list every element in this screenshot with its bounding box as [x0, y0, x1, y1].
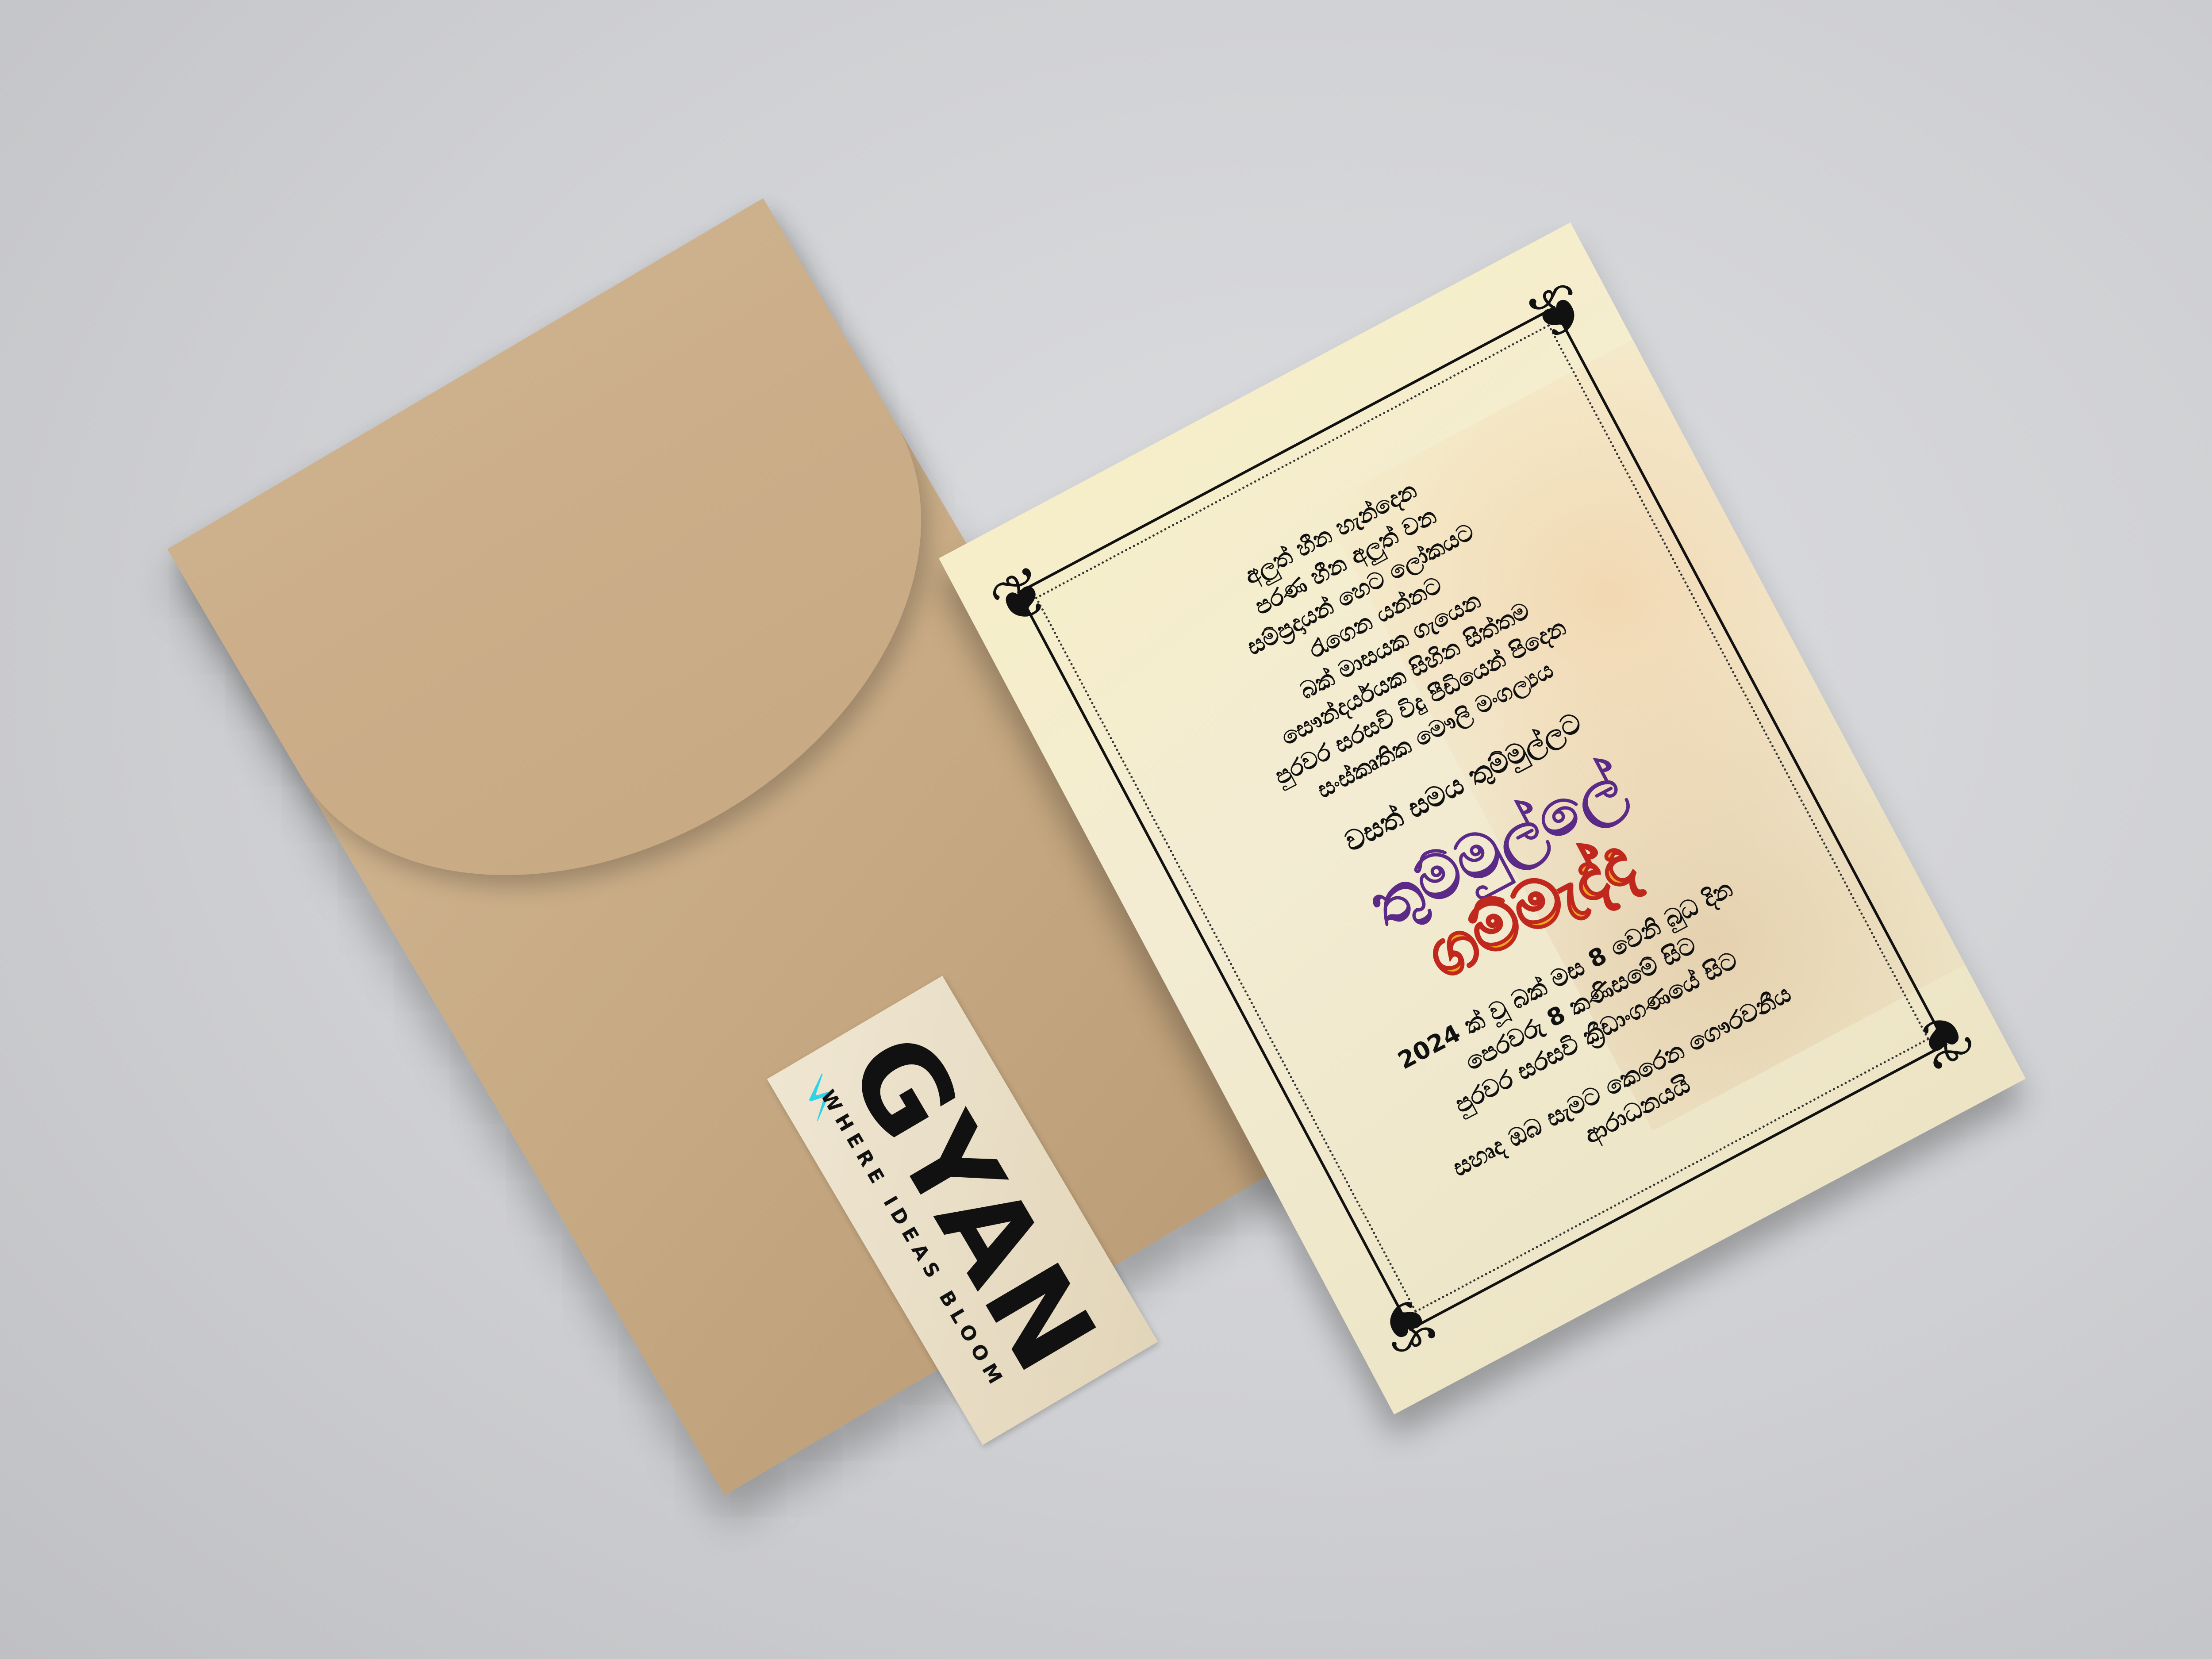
envelope-flap — [167, 198, 1022, 988]
gyan-logo: GYAN WHERE IDEAS BLOOM — [810, 1013, 1123, 1404]
logo-sticker: ⚡ GYAN WHERE IDEAS BLOOM — [767, 975, 1158, 1445]
